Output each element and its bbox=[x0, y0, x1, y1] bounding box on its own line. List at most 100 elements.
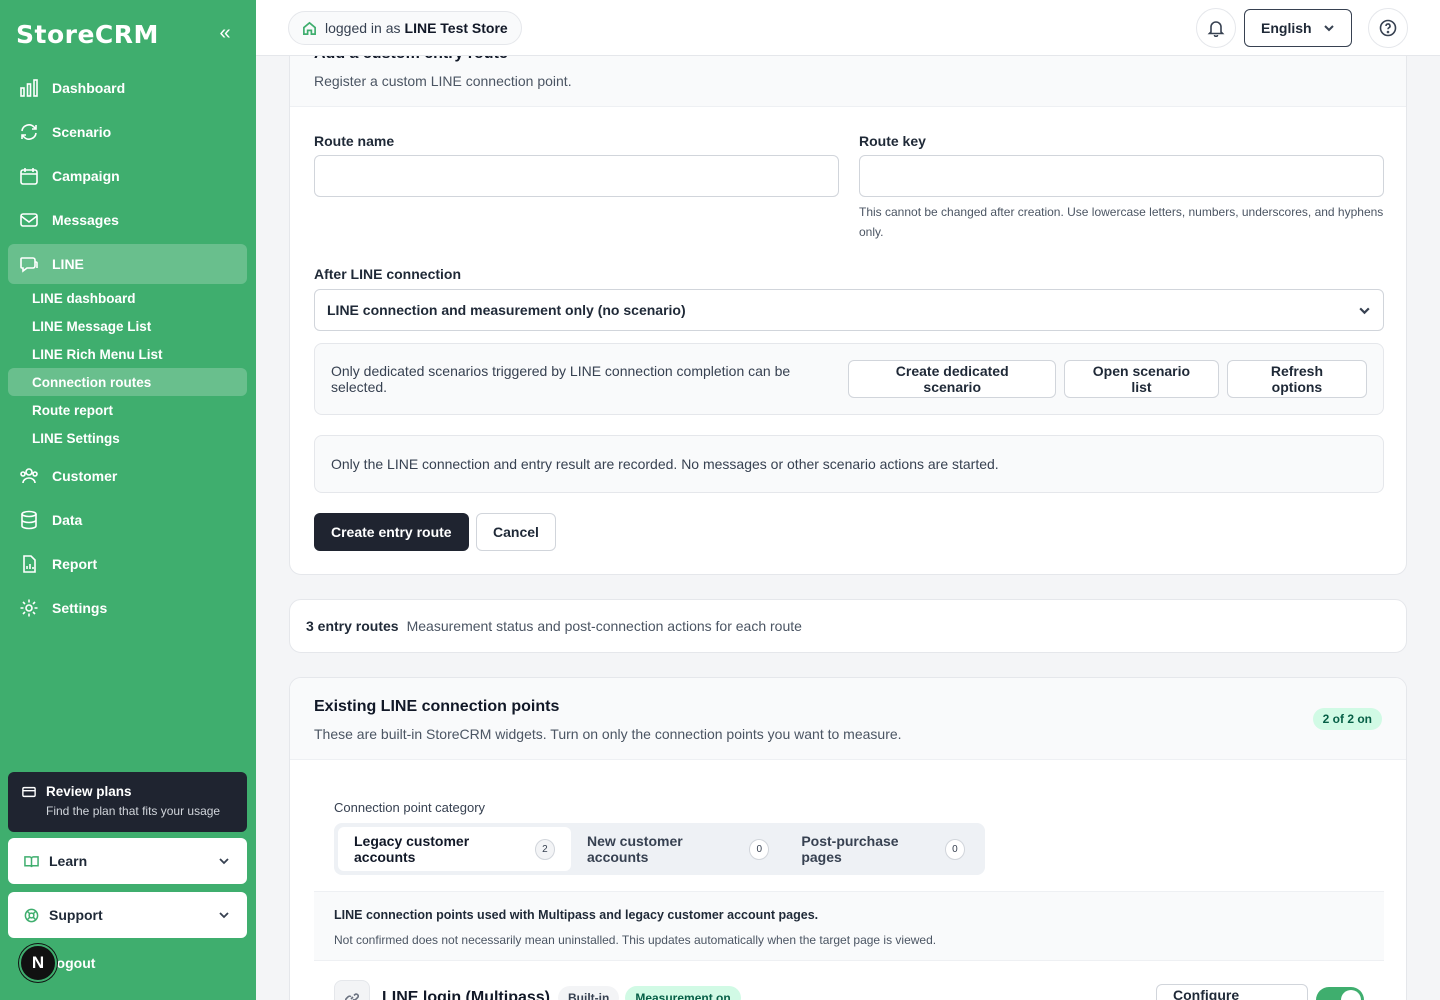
create-dedicated-scenario-button[interactable]: Create dedicated scenario bbox=[848, 360, 1056, 398]
category-note-title: LINE connection points used with Multipa… bbox=[334, 908, 819, 922]
support-icon bbox=[24, 908, 39, 922]
review-plans-card[interactable]: Review plans Find the plan that fits you… bbox=[8, 772, 247, 832]
card-title: Existing LINE connection points bbox=[314, 698, 560, 715]
tab-label: Legacy customer accounts bbox=[354, 833, 470, 865]
scenario-options-box: Only dedicated scenarios triggered by LI… bbox=[314, 343, 1384, 415]
status-badge: 2 of 2 on bbox=[1312, 708, 1382, 730]
chevron-down-icon bbox=[1359, 307, 1370, 314]
collapse-sidebar-icon[interactable]: « bbox=[214, 22, 236, 44]
result-note-box: Only the LINE connection and entry resul… bbox=[314, 435, 1384, 493]
open-scenario-list-button[interactable]: Open scenario list bbox=[1064, 360, 1219, 398]
sidebar-subitem-connection-routes[interactable]: Connection routes bbox=[8, 368, 247, 396]
language-select[interactable]: English bbox=[1244, 9, 1352, 47]
sidebar-item-data[interactable]: Data bbox=[8, 500, 247, 540]
configure-scenario-button[interactable]: Configure scenario bbox=[1156, 984, 1308, 1000]
category-tabs: Legacy customer accounts 2 New customer … bbox=[334, 823, 985, 875]
tab-label: New customer accounts bbox=[587, 833, 683, 865]
learn-accordion[interactable]: Learn bbox=[8, 838, 247, 884]
result-note: Only the LINE connection and entry resul… bbox=[331, 456, 999, 472]
learn-label: Learn bbox=[49, 853, 88, 869]
book-icon bbox=[24, 855, 39, 867]
link-icon bbox=[334, 980, 370, 1000]
tab-post-purchase-pages[interactable]: Post-purchase pages 0 bbox=[785, 827, 981, 871]
database-icon bbox=[18, 509, 40, 531]
chevron-down-icon bbox=[219, 912, 229, 919]
sidebar-item-label: Messages bbox=[52, 212, 119, 228]
sidebar-item-messages[interactable]: Messages bbox=[8, 200, 247, 240]
bar-chart-icon bbox=[18, 77, 40, 99]
existing-connection-points-card: Existing LINE connection points These ar… bbox=[289, 677, 1407, 1000]
help-icon bbox=[1379, 19, 1397, 37]
route-key-input[interactable] bbox=[859, 155, 1384, 197]
app-logo[interactable]: StoreCRM bbox=[16, 20, 159, 49]
route-name-input[interactable] bbox=[314, 155, 839, 197]
sidebar-item-label: Report bbox=[52, 556, 98, 572]
sidebar-item-report[interactable]: Report bbox=[8, 544, 247, 584]
category-note: LINE connection points used with Multipa… bbox=[314, 891, 1384, 961]
sidebar-item-label: Scenario bbox=[52, 124, 112, 140]
calendar-icon bbox=[18, 165, 40, 187]
sidebar-item-label: Settings bbox=[52, 600, 108, 616]
language-value: English bbox=[1261, 20, 1312, 36]
tab-count: 0 bbox=[749, 838, 770, 860]
sidebar-item-label: Customer bbox=[52, 468, 118, 484]
sidebar-subitem-line-dashboard[interactable]: LINE dashboard bbox=[8, 284, 247, 312]
sidebar-subitem-line-rich-menu-list[interactable]: LINE Rich Menu List bbox=[8, 340, 247, 368]
sidebar-item-label: LINE bbox=[52, 256, 84, 272]
sidebar-item-scenario[interactable]: Scenario bbox=[8, 112, 247, 152]
help-button[interactable] bbox=[1368, 8, 1408, 48]
after-connection-select[interactable]: LINE connection and measurement only (no… bbox=[314, 289, 1384, 331]
measurement-badge: Measurement on bbox=[625, 986, 741, 1000]
add-entry-route-card: Add a custom entry route Register a cust… bbox=[289, 20, 1407, 575]
route-key-label: Route key bbox=[859, 133, 926, 149]
tab-legacy-customer-accounts[interactable]: Legacy customer accounts 2 bbox=[338, 827, 571, 871]
sidebar-subitem-line-settings[interactable]: LINE Settings bbox=[8, 424, 247, 452]
chevron-down-icon bbox=[1324, 25, 1334, 32]
sidebar-item-line[interactable]: LINE bbox=[8, 244, 247, 284]
tab-new-customer-accounts[interactable]: New customer accounts 0 bbox=[571, 827, 785, 871]
plan-title: Review plans bbox=[46, 784, 132, 799]
card-header: Existing LINE connection points These ar… bbox=[290, 678, 1406, 760]
top-bar: logged in as LINE Test Store English bbox=[256, 0, 1440, 56]
report-icon bbox=[18, 553, 40, 575]
mail-icon bbox=[18, 209, 40, 231]
entry-routes-summary: 3 entry routes Measurement status and po… bbox=[289, 599, 1407, 653]
support-accordion[interactable]: Support bbox=[8, 892, 247, 938]
chat-icon bbox=[18, 253, 40, 275]
after-connection-value: LINE connection and measurement only (no… bbox=[327, 302, 686, 318]
sidebar-subitem-line-message-list[interactable]: LINE Message List bbox=[8, 312, 247, 340]
bell-icon bbox=[1207, 21, 1225, 37]
store-pill[interactable]: logged in as LINE Test Store bbox=[288, 11, 522, 45]
credit-card-icon bbox=[22, 786, 36, 797]
list-item: LINE login (Multipass) Built-in Measurem… bbox=[334, 978, 1364, 1000]
scenario-note: Only dedicated scenarios triggered by LI… bbox=[331, 363, 791, 395]
refresh-icon bbox=[18, 121, 40, 143]
avatar[interactable]: N bbox=[19, 944, 57, 982]
home-icon bbox=[303, 21, 316, 35]
sidebar-subitem-route-report[interactable]: Route report bbox=[8, 396, 247, 424]
support-label: Support bbox=[49, 907, 103, 923]
plan-subtitle: Find the plan that fits your usage bbox=[46, 804, 221, 818]
cancel-button[interactable]: Cancel bbox=[476, 513, 556, 551]
tab-count: 0 bbox=[944, 838, 965, 860]
sidebar-item-campaign[interactable]: Campaign bbox=[8, 156, 247, 196]
entry-routes-count: 3 entry routes bbox=[306, 618, 399, 634]
tab-count: 2 bbox=[534, 838, 555, 860]
sidebar-item-label: Dashboard bbox=[52, 80, 126, 96]
built-in-badge: Built-in bbox=[558, 986, 620, 1000]
entry-routes-summary-text: Measurement status and post-connection a… bbox=[406, 618, 802, 634]
card-description: Register a custom LINE connection point. bbox=[314, 73, 572, 89]
sidebar-item-settings[interactable]: Settings bbox=[8, 588, 247, 628]
users-icon bbox=[18, 465, 40, 487]
category-label: Connection point category bbox=[334, 800, 486, 815]
sidebar: StoreCRM « Dashboard Scenario Campaign M… bbox=[0, 0, 256, 1000]
route-name-label: Route name bbox=[314, 133, 395, 149]
create-entry-route-button[interactable]: Create entry route bbox=[314, 513, 469, 551]
sidebar-item-customer[interactable]: Customer bbox=[8, 456, 247, 496]
measurement-toggle[interactable] bbox=[1316, 987, 1364, 1000]
refresh-options-button[interactable]: Refresh options bbox=[1226, 360, 1368, 398]
sidebar-item-dashboard[interactable]: Dashboard bbox=[8, 68, 247, 108]
store-name: LINE Test Store bbox=[404, 20, 508, 36]
notifications-button[interactable] bbox=[1196, 8, 1236, 48]
chevron-down-icon bbox=[219, 858, 229, 865]
